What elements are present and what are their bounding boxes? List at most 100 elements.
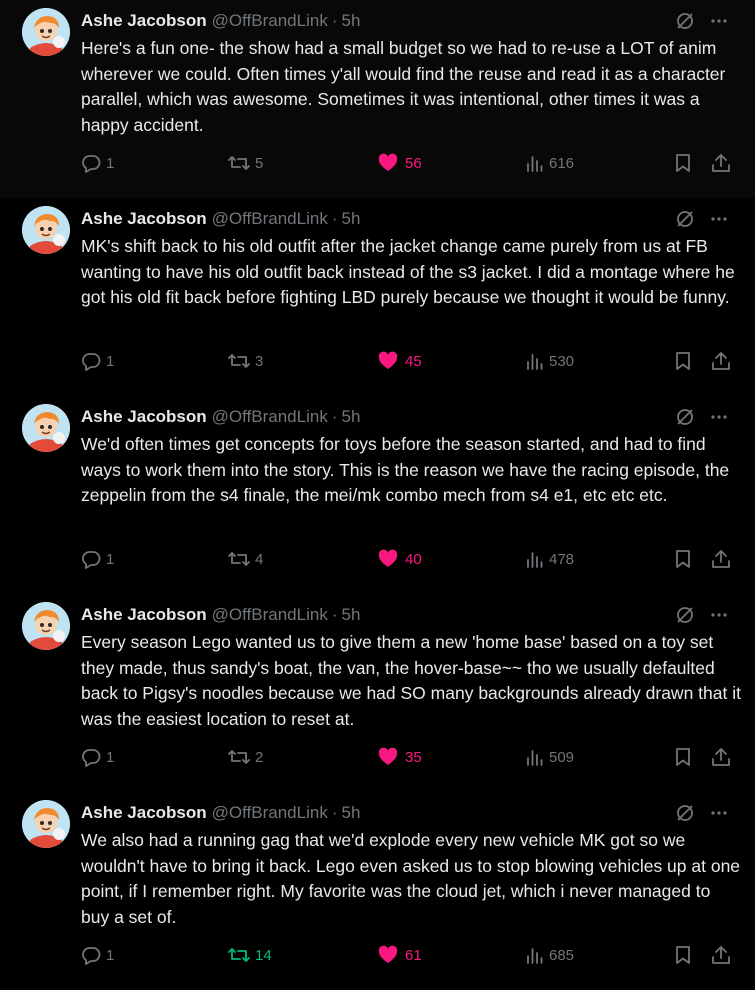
more-icon[interactable] (709, 209, 729, 234)
like-count: 56 (405, 154, 422, 172)
like-button[interactable]: 56 (377, 150, 422, 176)
bookmark-button[interactable] (673, 150, 693, 176)
share-button[interactable] (710, 744, 732, 770)
like-button[interactable]: 45 (377, 348, 422, 374)
like-button[interactable]: 61 (377, 942, 422, 968)
like-button[interactable]: 40 (377, 546, 422, 572)
views-button[interactable]: 616 (525, 150, 574, 176)
author-handle[interactable]: @OffBrandLink (212, 803, 328, 823)
reply-count: 1 (106, 352, 115, 370)
repost-icon (227, 548, 251, 570)
views-icon (525, 152, 545, 174)
author-handle[interactable]: @OffBrandLink (212, 605, 328, 625)
share-button[interactable] (710, 150, 732, 176)
share-button[interactable] (710, 348, 732, 374)
tweet[interactable]: Ashe Jacobson @OffBrandLink · 5h Every s… (0, 594, 755, 792)
reply-button[interactable]: 1 (80, 744, 114, 770)
repost-button[interactable]: 5 (227, 150, 263, 176)
reply-icon (80, 350, 102, 372)
views-button[interactable]: 685 (525, 942, 574, 968)
action-bar: 1 2 35 509 (80, 744, 740, 770)
author-name[interactable]: Ashe Jacobson (81, 803, 207, 823)
bookmark-button[interactable] (673, 348, 693, 374)
avatar[interactable] (22, 602, 70, 650)
tweet[interactable]: Ashe Jacobson @OffBrandLink · 5h Here's … (0, 0, 755, 198)
bookmark-button[interactable] (673, 744, 693, 770)
reply-count: 1 (106, 154, 115, 172)
action-bar: 1 14 61 685 (80, 942, 740, 968)
action-bar: 1 5 56 616 (80, 150, 740, 176)
bookmark-button[interactable] (673, 942, 693, 968)
repost-count: 14 (255, 946, 272, 964)
repost-button[interactable]: 14 (227, 942, 272, 968)
slashed-circle-icon[interactable] (675, 605, 695, 630)
views-icon (525, 548, 545, 570)
heart-icon (377, 152, 399, 174)
reply-button[interactable]: 1 (80, 150, 114, 176)
share-icon (710, 350, 732, 372)
more-icon[interactable] (709, 605, 729, 630)
views-icon (525, 746, 545, 768)
repost-count: 3 (255, 352, 264, 370)
author-name[interactable]: Ashe Jacobson (81, 605, 207, 625)
slashed-circle-icon[interactable] (675, 407, 695, 432)
author-name[interactable]: Ashe Jacobson (81, 209, 207, 229)
views-count: 509 (549, 748, 575, 766)
avatar[interactable] (22, 800, 70, 848)
tweet[interactable]: Ashe Jacobson @OffBrandLink · 5h We also… (0, 792, 755, 990)
timestamp[interactable]: 5h (342, 407, 361, 427)
timestamp[interactable]: 5h (342, 803, 361, 823)
heart-icon (377, 746, 399, 768)
heart-icon (377, 548, 399, 570)
like-button[interactable]: 35 (377, 744, 422, 770)
heart-icon (377, 944, 399, 966)
tweet[interactable]: Ashe Jacobson @OffBrandLink · 5h We'd of… (0, 396, 755, 594)
reply-icon (80, 746, 102, 768)
repost-button[interactable]: 4 (227, 546, 263, 572)
views-button[interactable]: 530 (525, 348, 574, 374)
reply-button[interactable]: 1 (80, 348, 114, 374)
views-button[interactable]: 509 (525, 744, 574, 770)
views-count: 616 (549, 154, 575, 172)
avatar[interactable] (22, 206, 70, 254)
slashed-circle-icon[interactable] (675, 209, 695, 234)
avatar[interactable] (22, 404, 70, 452)
views-count: 685 (549, 946, 575, 964)
more-icon[interactable] (709, 803, 729, 828)
author-handle[interactable]: @OffBrandLink (212, 407, 328, 427)
timestamp[interactable]: 5h (342, 11, 361, 31)
heart-icon (377, 350, 399, 372)
share-icon (710, 746, 732, 768)
views-count: 530 (549, 352, 575, 370)
tweet-header: Ashe Jacobson @OffBrandLink · 5h (81, 604, 735, 626)
bookmark-icon (673, 746, 693, 768)
tweet-text: MK's shift back to his old outfit after … (81, 236, 735, 307)
reply-count: 1 (106, 748, 115, 766)
views-button[interactable]: 478 (525, 546, 574, 572)
timestamp[interactable]: 5h (342, 605, 361, 625)
slashed-circle-icon[interactable] (675, 803, 695, 828)
share-button[interactable] (710, 546, 732, 572)
repost-icon (227, 746, 251, 768)
reply-button[interactable]: 1 (80, 942, 114, 968)
avatar[interactable] (22, 8, 70, 56)
action-bar: 1 4 40 478 (80, 546, 740, 572)
more-icon[interactable] (709, 11, 729, 36)
slashed-circle-icon[interactable] (675, 11, 695, 36)
tweet[interactable]: Ashe Jacobson @OffBrandLink · 5h MK's sh… (0, 198, 755, 396)
author-handle[interactable]: @OffBrandLink (212, 209, 328, 229)
bookmark-icon (673, 944, 693, 966)
share-button[interactable] (710, 942, 732, 968)
author-name[interactable]: Ashe Jacobson (81, 11, 207, 31)
repost-button[interactable]: 2 (227, 744, 263, 770)
repost-button[interactable]: 3 (227, 348, 263, 374)
reply-icon (80, 548, 102, 570)
timestamp[interactable]: 5h (342, 209, 361, 229)
reply-button[interactable]: 1 (80, 546, 114, 572)
bookmark-button[interactable] (673, 546, 693, 572)
author-handle[interactable]: @OffBrandLink (212, 11, 328, 31)
thread-feed: Ashe Jacobson @OffBrandLink · 5h Here's … (0, 0, 755, 990)
more-icon[interactable] (709, 407, 729, 432)
author-name[interactable]: Ashe Jacobson (81, 407, 207, 427)
separator-dot: · (331, 407, 338, 426)
